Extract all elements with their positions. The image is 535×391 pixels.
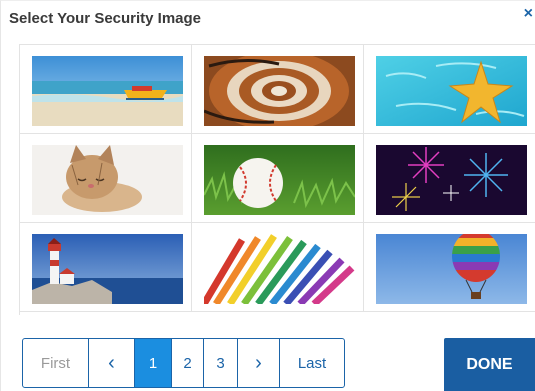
image-option-fireworks[interactable] [364, 134, 535, 223]
kitten-image [32, 145, 183, 215]
first-page-button[interactable]: First [23, 339, 89, 387]
spiral-staircase-image [204, 56, 355, 126]
hot-air-balloon-image [376, 234, 527, 304]
prev-page-button[interactable]: ‹ [89, 339, 135, 387]
security-image-dialog: Select Your Security Image × First ‹ 1 2… [0, 0, 535, 391]
image-option-staircase[interactable] [192, 45, 364, 134]
lighthouse-image [32, 234, 183, 304]
page-2-button[interactable]: 2 [172, 339, 204, 387]
image-grid [19, 44, 535, 315]
image-option-starfish[interactable] [364, 45, 535, 134]
colored-pencils-image [204, 234, 355, 304]
page-3-button[interactable]: 3 [204, 339, 238, 387]
image-option-pencils[interactable] [192, 223, 364, 312]
image-option-lighthouse[interactable] [20, 223, 192, 312]
dialog-title: Select Your Security Image [9, 10, 202, 27]
beach-boat-image [32, 56, 183, 126]
next-page-button[interactable]: › [238, 339, 280, 387]
starfish-image [376, 56, 527, 126]
baseball-image [204, 145, 355, 215]
image-option-kitten[interactable] [20, 134, 192, 223]
image-option-beach[interactable] [20, 45, 192, 134]
fireworks-image [376, 145, 527, 215]
done-button[interactable]: DONE [444, 338, 535, 391]
pagination: First ‹ 1 2 3 › Last [22, 338, 345, 388]
close-icon[interactable]: × [524, 5, 533, 23]
image-option-baseball[interactable] [192, 134, 364, 223]
page-1-button[interactable]: 1 [135, 339, 172, 387]
image-option-balloon[interactable] [364, 223, 535, 312]
last-page-button[interactable]: Last [280, 339, 344, 387]
